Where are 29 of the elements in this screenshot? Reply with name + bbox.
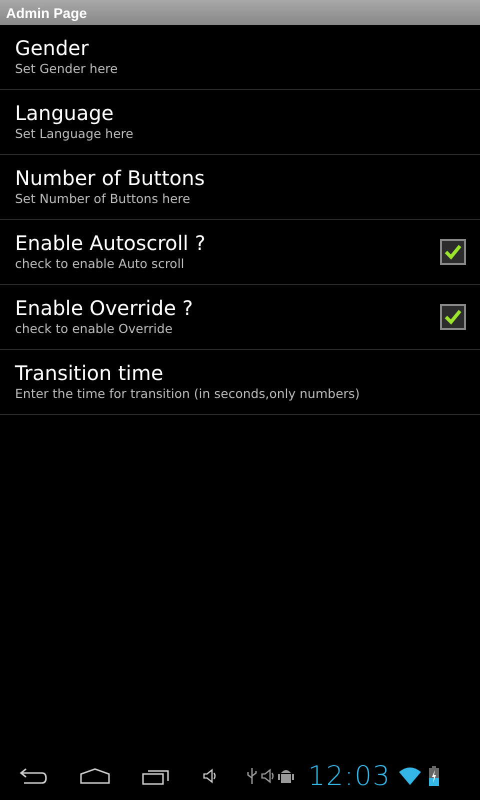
usb-icon bbox=[246, 767, 258, 785]
window-title: Admin Page bbox=[6, 4, 87, 20]
setting-title: Transition time bbox=[15, 361, 164, 385]
checkbox[interactable] bbox=[440, 304, 466, 330]
settings-item[interactable]: Enable Autoscroll ? check to enable Auto scroll bbox=[0, 220, 480, 285]
volume-icon bbox=[260, 768, 276, 784]
setting-summary: Set Language here bbox=[15, 125, 134, 143]
settings-item[interactable]: Number of Buttons Set Number of Buttons here bbox=[0, 155, 480, 220]
settings-item[interactable]: Transition time Enter the time for transition (in seconds,only numbers) bbox=[0, 350, 480, 415]
settings-item[interactable]: Enable Override ? check to enable Override bbox=[0, 285, 480, 350]
setting-title: Gender bbox=[15, 36, 90, 60]
setting-summary: Set Number of Buttons here bbox=[15, 190, 192, 208]
settings-item[interactable]: Gender Set Gender here bbox=[0, 25, 480, 90]
volume-icon[interactable] bbox=[202, 768, 218, 784]
setting-summary: check to enable Override bbox=[15, 320, 174, 338]
setting-title: Number of Buttons bbox=[15, 166, 206, 190]
battery-charging-icon bbox=[428, 766, 439, 786]
home-icon[interactable] bbox=[80, 768, 110, 784]
clock: 12:03 bbox=[308, 760, 391, 792]
setting-title: Language bbox=[15, 101, 115, 125]
setting-title: Enable Override ? bbox=[15, 296, 194, 320]
back-icon[interactable] bbox=[18, 767, 48, 785]
settings-item[interactable]: Language Set Language here bbox=[0, 90, 480, 155]
setting-summary: Enter the time for transition (in seconds,only numbers) bbox=[15, 385, 361, 403]
setting-title: Enable Autoscroll ? bbox=[15, 231, 206, 255]
setting-summary: check to enable Auto scroll bbox=[15, 255, 186, 273]
setting-summary: Set Gender here bbox=[15, 60, 119, 78]
checkbox[interactable] bbox=[440, 239, 466, 265]
wifi-icon bbox=[398, 767, 421, 785]
